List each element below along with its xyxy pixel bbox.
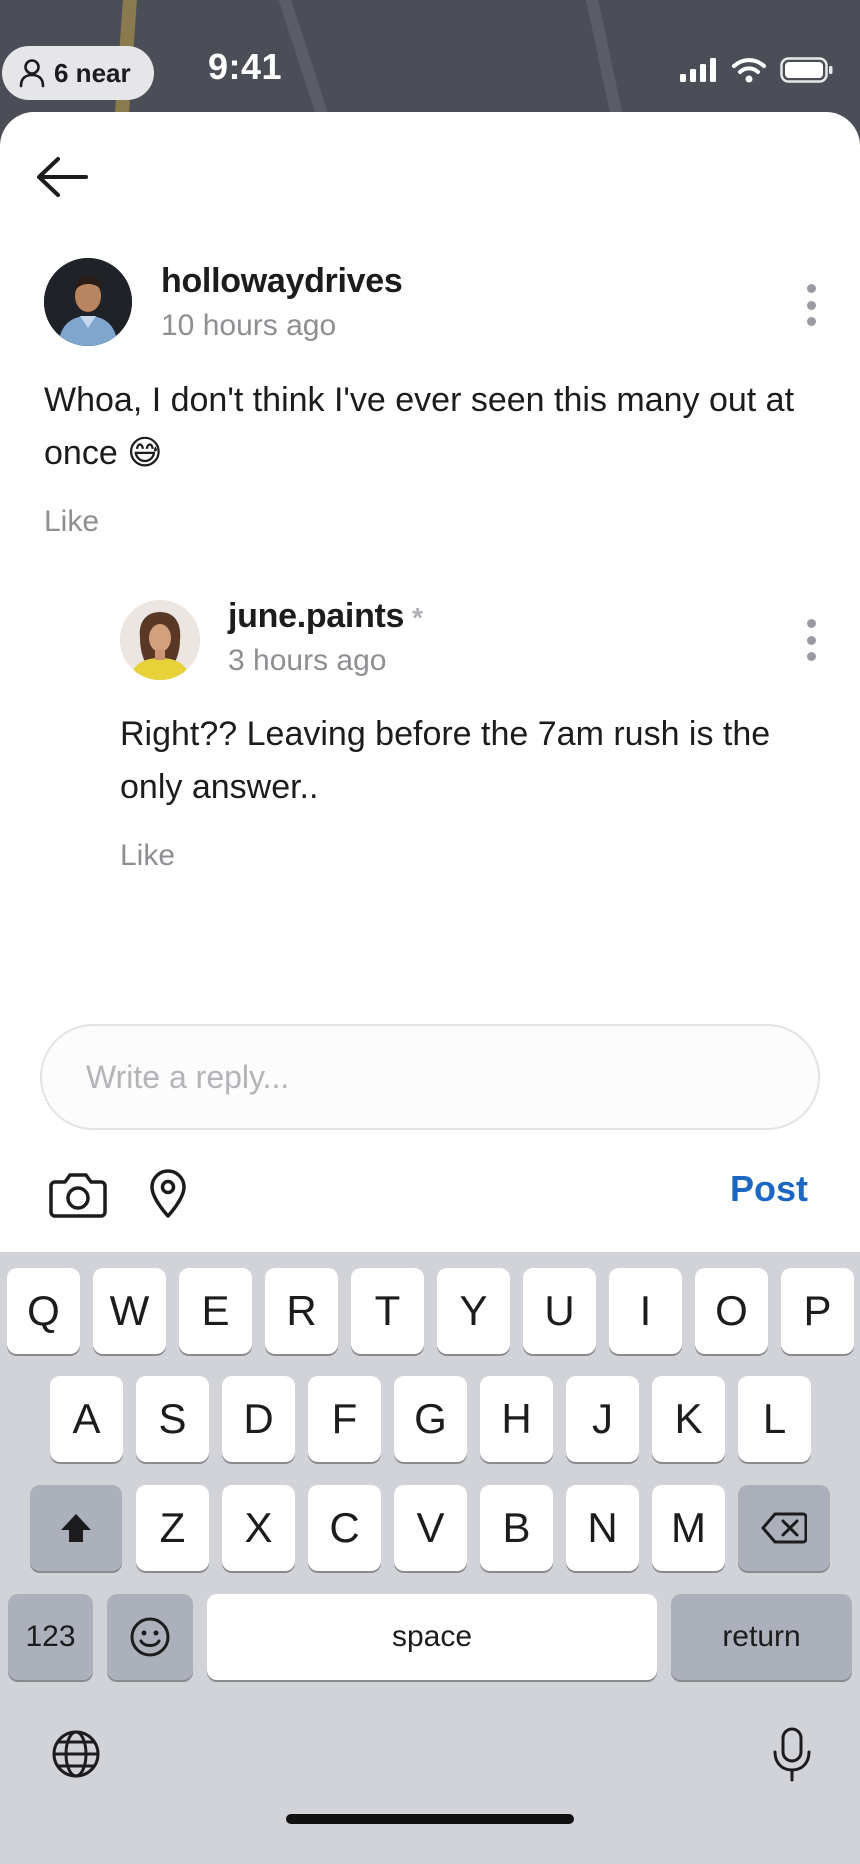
emoji-key[interactable] bbox=[107, 1594, 193, 1680]
more-dot bbox=[806, 652, 816, 661]
post-button[interactable]: Post bbox=[730, 1168, 808, 1210]
emoji-icon bbox=[130, 1617, 170, 1657]
reply-input[interactable] bbox=[86, 1058, 818, 1096]
key-t[interactable]: T bbox=[351, 1268, 424, 1354]
key-m[interactable]: M bbox=[652, 1485, 725, 1571]
key-d[interactable]: D bbox=[222, 1376, 295, 1462]
key-r[interactable]: R bbox=[265, 1268, 338, 1354]
key-f[interactable]: F bbox=[308, 1376, 381, 1462]
location-pin-icon bbox=[150, 1169, 186, 1218]
key-c[interactable]: C bbox=[308, 1485, 381, 1571]
key-n[interactable]: N bbox=[566, 1485, 639, 1571]
wifi-icon bbox=[732, 58, 766, 83]
camera-icon bbox=[49, 1173, 107, 1218]
reply-input-container[interactable] bbox=[40, 1024, 820, 1130]
key-e[interactable]: E bbox=[179, 1268, 252, 1354]
dictation-button[interactable] bbox=[770, 1726, 814, 1782]
key-v[interactable]: V bbox=[394, 1485, 467, 1571]
person-icon bbox=[19, 59, 45, 88]
status-time: 9:41 bbox=[208, 46, 283, 87]
key-z[interactable]: Z bbox=[136, 1485, 209, 1571]
numbers-key[interactable]: 123 bbox=[8, 1594, 93, 1680]
key-h[interactable]: H bbox=[480, 1376, 553, 1462]
backspace-icon bbox=[761, 1512, 807, 1544]
key-l[interactable]: L bbox=[738, 1376, 811, 1462]
shift-key[interactable] bbox=[30, 1485, 122, 1571]
comment-thread-sheet: hollowaydrives 10 hours ago Whoa, I don'… bbox=[0, 112, 860, 1252]
key-p[interactable]: P bbox=[781, 1268, 854, 1354]
microphone-icon bbox=[773, 1727, 811, 1782]
key-i[interactable]: I bbox=[609, 1268, 682, 1354]
key-g[interactable]: G bbox=[394, 1376, 467, 1462]
key-y[interactable]: Y bbox=[437, 1268, 510, 1354]
shift-icon bbox=[61, 1514, 91, 1542]
author-badge: * bbox=[412, 602, 423, 633]
key-j[interactable]: J bbox=[566, 1376, 639, 1462]
return-key[interactable]: return bbox=[671, 1594, 852, 1680]
system-icons bbox=[680, 50, 834, 90]
key-a[interactable]: A bbox=[50, 1376, 123, 1462]
comment-june-paints: june.paints * 3 hours ago Right?? Leaving… bbox=[0, 112, 860, 912]
like-button[interactable]: Like bbox=[120, 839, 175, 873]
comment-text: Right?? Leaving before the 7am rush is t… bbox=[120, 715, 771, 806]
user-photo bbox=[120, 600, 200, 680]
nearby-count-label: 6 near bbox=[54, 57, 131, 88]
key-b[interactable]: B bbox=[480, 1485, 553, 1571]
comment-username-text: june.paints bbox=[228, 597, 405, 635]
key-w[interactable]: W bbox=[93, 1268, 166, 1354]
cellular-signal-icon bbox=[680, 58, 716, 82]
battery-icon bbox=[780, 57, 833, 83]
key-k[interactable]: K bbox=[652, 1376, 725, 1462]
backspace-key[interactable] bbox=[738, 1485, 830, 1571]
software-keyboard: QWERTYUIOP ASDFGHJKL ZXCVBNM 123 space r… bbox=[0, 1252, 860, 1864]
key-o[interactable]: O bbox=[695, 1268, 768, 1354]
key-u[interactable]: U bbox=[523, 1268, 596, 1354]
camera-button[interactable] bbox=[46, 1166, 110, 1222]
home-indicator bbox=[286, 1814, 574, 1824]
nearby-count-pill[interactable]: 6 near bbox=[2, 46, 154, 100]
more-dot bbox=[806, 635, 816, 645]
avatar[interactable] bbox=[120, 600, 200, 680]
globe-button[interactable] bbox=[50, 1728, 102, 1780]
space-key[interactable]: space bbox=[207, 1594, 657, 1680]
key-s[interactable]: S bbox=[136, 1376, 209, 1462]
status-bar: 6 near 9:41 bbox=[0, 0, 860, 112]
comment-username[interactable]: june.paints * bbox=[228, 597, 423, 636]
key-q[interactable]: Q bbox=[7, 1268, 80, 1354]
key-x[interactable]: X bbox=[222, 1485, 295, 1571]
location-button[interactable] bbox=[144, 1166, 192, 1222]
more-options-button[interactable] bbox=[799, 615, 823, 665]
more-dot bbox=[806, 619, 816, 628]
globe-icon bbox=[52, 1730, 100, 1778]
comment-timestamp: 3 hours ago bbox=[228, 644, 387, 677]
